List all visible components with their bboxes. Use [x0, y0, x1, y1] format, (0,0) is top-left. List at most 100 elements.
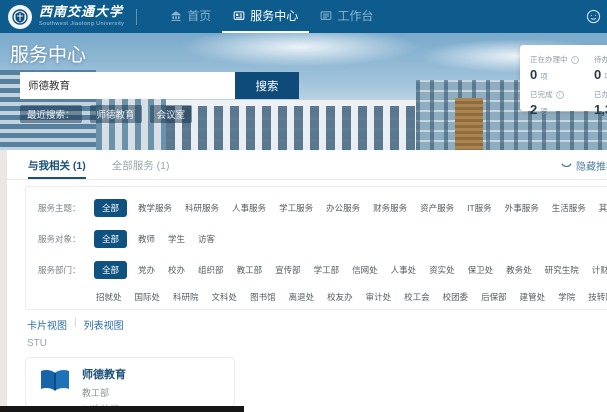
filter-option[interactable]: 文科处: [210, 288, 240, 306]
filter-option[interactable]: 人事服务: [230, 199, 268, 217]
filter-option[interactable]: 招就处: [94, 288, 124, 306]
filter-option[interactable]: 科研服务: [183, 199, 221, 217]
filter-option[interactable]: 教学服务: [136, 199, 174, 217]
filter-option[interactable]: 学工部: [312, 261, 342, 279]
hide-recommend-label: 隐藏推荐: [576, 158, 607, 173]
filter-options-line: 全部党办校办组织部教工部宣传部学工部信网处人事处资实处保卫处教务处研究生院计财处: [94, 261, 607, 279]
service-card-dept: 教工部: [82, 386, 126, 399]
nav-divider: [136, 9, 137, 25]
filter-option[interactable]: 校团委: [441, 288, 471, 306]
filter-option[interactable]: 信网处: [350, 261, 380, 279]
stat-label: 正在办理中i: [530, 54, 594, 65]
filter-option[interactable]: 保卫处: [466, 261, 496, 279]
filter-option[interactable]: 组织部: [196, 261, 226, 279]
service-card-shide-jiaoyu[interactable]: 师德教育 教工部 14次访问: [25, 357, 235, 407]
filter-option[interactable]: 党办: [136, 261, 157, 279]
filter-option[interactable]: 生活服务: [550, 199, 588, 217]
page-title: 服务中心: [10, 40, 86, 67]
university-logo[interactable]: 西南交通大学 Southwest Jiaotong University: [0, 5, 124, 29]
view-separator: |: [74, 317, 77, 332]
home-icon: [170, 10, 182, 22]
search-bar: 搜索: [20, 72, 299, 99]
filter-option[interactable]: 人事处: [389, 261, 419, 279]
chevron-down-icon: [561, 162, 572, 170]
search-button[interactable]: 搜索: [235, 72, 299, 99]
hide-recommend-link[interactable]: 隐藏推荐: [561, 158, 607, 173]
service-portal-window: 西南交通大学 Southwest Jiaotong University 首页服…: [0, 0, 607, 412]
campus-photo-building: [166, 100, 416, 150]
user-account-icon[interactable]: [586, 9, 601, 29]
filter-label: 服务部门：: [38, 261, 94, 306]
filter-option[interactable]: 全部: [94, 261, 127, 279]
filter-row: 服务主题：全部教学服务科研服务人事服务学工服务办公服务财务服务资产服务 IT服务外…: [38, 199, 607, 217]
group-label: STU: [27, 338, 47, 349]
filter-option[interactable]: 学工服务: [277, 199, 315, 217]
filter-option[interactable]: 研究生院: [543, 261, 581, 279]
filter-option[interactable]: 访客: [196, 230, 217, 248]
filter-label: 服务对象：: [38, 230, 94, 248]
filter-option[interactable]: 审计处: [364, 288, 394, 306]
filter-option[interactable]: 其他服务: [597, 199, 607, 217]
filter-option[interactable]: 资实处: [427, 261, 457, 279]
filter-option[interactable]: 学院: [556, 288, 577, 306]
filter-option[interactable]: 教务处: [504, 261, 534, 279]
filter-option[interactable]: 学生: [166, 230, 187, 248]
filter-option[interactable]: 资产服务: [418, 199, 456, 217]
filter-option[interactable]: 校工会: [402, 288, 432, 306]
list-view-link[interactable]: 列表视图: [84, 317, 124, 332]
filter-option[interactable]: 教师: [136, 230, 157, 248]
campus-photo-building: [455, 98, 483, 150]
tab-0[interactable]: 与我相关 (1): [28, 152, 86, 179]
stat-label: 已办i: [594, 89, 607, 100]
filter-option[interactable]: 后保部: [479, 288, 509, 306]
filter-options: 全部党办校办组织部教工部宣传部学工部信网处人事处资实处保卫处教务处研究生院计财处…: [94, 261, 607, 306]
info-icon[interactable]: i: [571, 56, 579, 64]
todo-stats-card: 正在办理中i0项待办i0项已完成i2项已办i1,3: [520, 45, 607, 111]
filter-option[interactable]: 技转院: [586, 288, 607, 306]
filter-option[interactable]: 图书馆: [248, 288, 278, 306]
search-input[interactable]: [20, 72, 235, 99]
service-tabs: 与我相关 (1) 全部服务 (1): [28, 152, 170, 179]
nav-item-workbench[interactable]: 工作台: [309, 0, 384, 33]
filter-option[interactable]: 离退处: [287, 288, 317, 306]
filter-option[interactable]: 宣传部: [273, 261, 303, 279]
filter-option[interactable]: IT服务: [465, 199, 494, 217]
main-nav: 首页服务中心工作台: [159, 0, 384, 33]
bottom-strip: [0, 406, 244, 412]
recent-search-tag[interactable]: 会议室: [150, 105, 193, 123]
filter-option[interactable]: 全部: [94, 199, 127, 217]
filter-option[interactable]: 全部: [94, 230, 127, 248]
tab-1[interactable]: 全部服务 (1): [112, 152, 170, 179]
recent-searches-label: 最近搜索：: [20, 105, 82, 123]
workbench-icon: [320, 10, 332, 22]
filter-option[interactable]: 财务服务: [371, 199, 409, 217]
filter-row: 服务对象：全部教师学生访客: [38, 230, 607, 248]
university-emblem-icon: [8, 5, 32, 29]
info-icon[interactable]: i: [556, 91, 564, 99]
nav-item-home[interactable]: 首页: [159, 0, 222, 33]
filter-row: 服务部门：全部党办校办组织部教工部宣传部学工部信网处人事处资实处保卫处教务处研究…: [38, 261, 607, 306]
open-book-icon: [40, 369, 70, 398]
filter-option[interactable]: 计财处: [590, 261, 607, 279]
filter-option[interactable]: 建管处: [518, 288, 548, 306]
filter-option[interactable]: 教工部: [235, 261, 265, 279]
filter-option[interactable]: 校办: [166, 261, 187, 279]
filter-options-line: 招就处国际处科研院文科处图书馆离退处校友办审计处校工会校团委后保部建管处学院技转…: [94, 288, 607, 306]
logo-subtitle: Southwest Jiaotong University: [39, 21, 124, 27]
filter-option[interactable]: 科研院: [171, 288, 201, 306]
filter-panel: 服务主题：全部教学服务科研服务人事服务学工服务办公服务财务服务资产服务IT服务外…: [25, 186, 607, 310]
card-view-link[interactable]: 卡片视图: [27, 317, 67, 332]
stat-value: 0项: [530, 67, 594, 82]
recent-search-tag[interactable]: 师德教育: [90, 105, 142, 123]
stat-value: 2项: [530, 102, 594, 117]
nav-item-service-center[interactable]: 服务中心: [222, 0, 309, 33]
stat-label: 待办i: [594, 54, 607, 65]
service-card-title: 师德教育: [82, 366, 126, 382]
filter-option[interactable]: 办公服务: [324, 199, 362, 217]
filter-label: 服务主题：: [38, 199, 94, 217]
filter-option[interactable]: 国际处: [133, 288, 163, 306]
filter-option[interactable]: 校友办: [325, 288, 355, 306]
filter-option[interactable]: 外事服务: [503, 199, 541, 217]
service-center-icon: [233, 10, 245, 22]
left-gutter: [0, 150, 7, 412]
